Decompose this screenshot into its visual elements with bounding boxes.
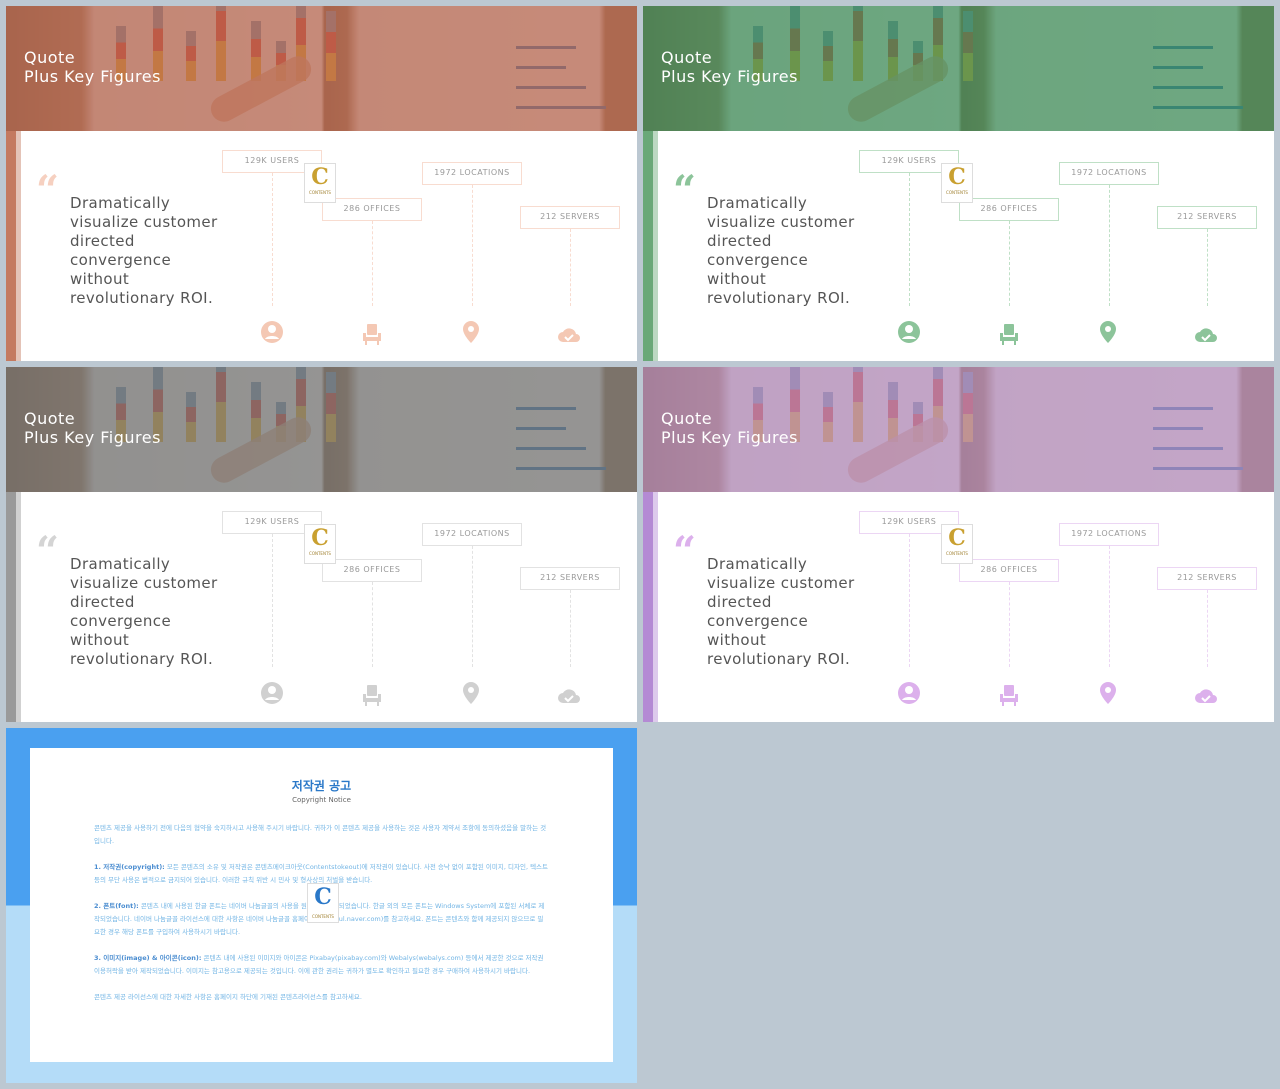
key-figure-box: 1972 LOCATIONS: [1059, 162, 1159, 185]
copyright-title: 저작권 공고: [291, 779, 352, 793]
key-figure-box: 1972 LOCATIONS: [422, 162, 522, 185]
chair-icon: [360, 322, 384, 346]
key-figure-box: 212 SERVERS: [520, 206, 620, 229]
quote-text: Dramatically visualize customer directed…: [70, 555, 218, 668]
location-pin-icon: [1096, 320, 1120, 344]
watermark-logo: C CONTENTS: [304, 524, 336, 564]
user-icon: [260, 681, 284, 705]
slide-copyright-notice[interactable]: 저작권 공고 Copyright Notice 콘텐츠 제공을 사용하기 전에 …: [6, 728, 637, 1083]
user-icon: [897, 320, 921, 344]
user-icon: [897, 681, 921, 705]
watermark-logo: C CONTENTS: [304, 163, 336, 203]
key-figure-box: 212 SERVERS: [520, 567, 620, 590]
key-figure-box: 286 OFFICES: [959, 559, 1059, 582]
location-pin-icon: [459, 681, 483, 705]
key-figure-box: 286 OFFICES: [322, 559, 422, 582]
cloud-check-icon: [1194, 683, 1218, 707]
copyright-item: 3. 이미지(image) & 아이콘(icon): 콘텐츠 내에 사용된 이미…: [94, 952, 549, 978]
location-pin-icon: [459, 320, 483, 344]
slide-quote-key-figures-gray[interactable]: Quote Plus Key Figures “ Dramatically vis…: [6, 367, 637, 722]
user-icon: [260, 320, 284, 344]
key-figure-box: 286 OFFICES: [322, 198, 422, 221]
key-figure-box: 212 SERVERS: [1157, 206, 1257, 229]
slide-title: Quote Plus Key Figures: [24, 48, 161, 86]
key-figure-box: 212 SERVERS: [1157, 567, 1257, 590]
watermark-logo: C CONTENTS: [941, 524, 973, 564]
chair-icon: [997, 322, 1021, 346]
copyright-intro: 콘텐츠 제공을 사용하기 전에 다음의 협약을 숙지하시고 사용해 주시기 바랍…: [94, 824, 547, 845]
accent-bar: [643, 492, 653, 722]
accent-bar: [6, 492, 16, 722]
item-heading: 2. 폰트(font):: [94, 902, 139, 910]
quote-text: Dramatically visualize customer directed…: [707, 194, 855, 307]
copyright-subtitle: Copyright Notice: [292, 796, 351, 804]
cloud-check-icon: [1194, 322, 1218, 346]
accent-bar: [643, 131, 653, 361]
slide-title: Quote Plus Key Figures: [661, 409, 798, 447]
key-figure-box: 1972 LOCATIONS: [422, 523, 522, 546]
slide-title: Quote Plus Key Figures: [24, 409, 161, 447]
watermark-logo: C CONTENTS: [941, 163, 973, 203]
location-pin-icon: [1096, 681, 1120, 705]
item-heading: 1. 저작권(copyright):: [94, 863, 165, 871]
cloud-check-icon: [557, 322, 581, 346]
copyright-footer: 콘텐츠 제공 라이선스에 대한 자세한 사항은 홈페이지 하단에 기재된 콘텐츠…: [94, 993, 362, 1001]
key-figure-box: 286 OFFICES: [959, 198, 1059, 221]
quote-text: Dramatically visualize customer directed…: [707, 555, 855, 668]
slide-quote-key-figures-purple[interactable]: Quote Plus Key Figures “ Dramatically vis…: [643, 367, 1274, 722]
slide-quote-key-figures-orange[interactable]: Quote Plus Key Figures “ Dramatically vis…: [6, 6, 637, 361]
quote-mark-icon: “: [36, 167, 60, 214]
quote-text: Dramatically visualize customer directed…: [70, 194, 218, 307]
chair-icon: [997, 683, 1021, 707]
accent-bar: [6, 131, 16, 361]
item-heading: 3. 이미지(image) & 아이콘(icon):: [94, 954, 202, 962]
quote-mark-icon: “: [36, 528, 60, 575]
copyright-card: 저작권 공고 Copyright Notice 콘텐츠 제공을 사용하기 전에 …: [30, 748, 613, 1062]
slide-quote-key-figures-green[interactable]: Quote Plus Key Figures “ Dramatically vis…: [643, 6, 1274, 361]
quote-mark-icon: “: [673, 528, 697, 575]
quote-mark-icon: “: [673, 167, 697, 214]
watermark-logo: C CONTENTS: [307, 883, 339, 923]
key-figure-box: 1972 LOCATIONS: [1059, 523, 1159, 546]
cloud-check-icon: [557, 683, 581, 707]
slide-title: Quote Plus Key Figures: [661, 48, 798, 86]
chair-icon: [360, 683, 384, 707]
